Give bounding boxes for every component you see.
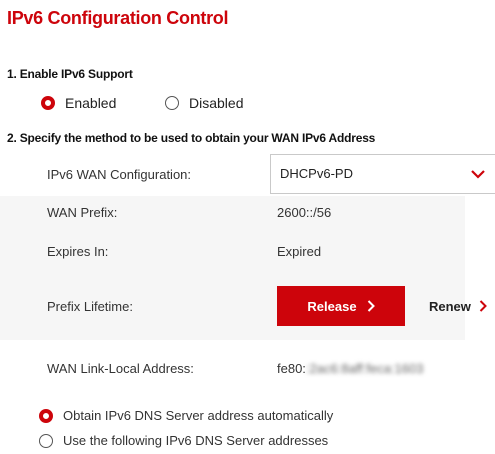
renew-button[interactable]: Renew bbox=[429, 286, 487, 326]
chevron-right-icon bbox=[367, 300, 375, 312]
dns-manual-radio-option[interactable]: Use the following IPv6 DNS Server addres… bbox=[39, 433, 328, 448]
enabled-radio-option[interactable]: Enabled bbox=[41, 95, 116, 111]
release-button[interactable]: Release bbox=[277, 286, 405, 326]
release-label: Release bbox=[307, 298, 357, 314]
wan-config-value: DHCPv6-PD bbox=[280, 166, 353, 181]
expires-value: Expired bbox=[277, 244, 322, 259]
expires-label: Expires In: bbox=[47, 244, 109, 259]
dns-manual-label: Use the following IPv6 DNS Server addres… bbox=[63, 433, 329, 448]
disabled-label: Disabled bbox=[189, 95, 244, 111]
section-wan-method-heading: 2. Specify the method to be used to obta… bbox=[7, 131, 376, 145]
link-local-prefix: fe80: bbox=[277, 361, 306, 376]
dns-auto-radio-option[interactable]: Obtain IPv6 DNS Server address automatic… bbox=[39, 408, 333, 423]
enabled-label: Enabled bbox=[65, 95, 117, 111]
wan-config-select[interactable]: DHCPv6-PD bbox=[270, 154, 495, 194]
chevron-down-icon bbox=[471, 170, 485, 179]
link-local-label: WAN Link-Local Address: bbox=[47, 361, 194, 376]
link-local-redacted: :2ac6:8aff:feca:1603 bbox=[305, 361, 424, 376]
dns-manual-radio[interactable] bbox=[39, 433, 53, 448]
prefix-lifetime-label: Prefix Lifetime: bbox=[47, 299, 133, 314]
disabled-radio[interactable] bbox=[165, 96, 179, 110]
link-local-value: fe80::2ac6:8aff:feca:1603 bbox=[277, 361, 424, 376]
enabled-radio[interactable] bbox=[41, 96, 55, 110]
wan-prefix-label: WAN Prefix: bbox=[47, 205, 118, 220]
dns-auto-label: Obtain IPv6 DNS Server address automatic… bbox=[63, 408, 334, 423]
page-title: IPv6 Configuration Control bbox=[7, 8, 229, 28]
wan-config-label: IPv6 WAN Configuration: bbox=[47, 167, 192, 182]
disabled-radio-option[interactable]: Disabled bbox=[165, 95, 243, 111]
chevron-right-icon bbox=[479, 300, 487, 312]
wan-prefix-value: 2600::/56 bbox=[277, 205, 332, 220]
section-enable-ipv6-heading: 1. Enable IPv6 Support bbox=[7, 67, 133, 81]
dns-auto-radio[interactable] bbox=[39, 408, 53, 423]
renew-label: Renew bbox=[429, 298, 471, 314]
